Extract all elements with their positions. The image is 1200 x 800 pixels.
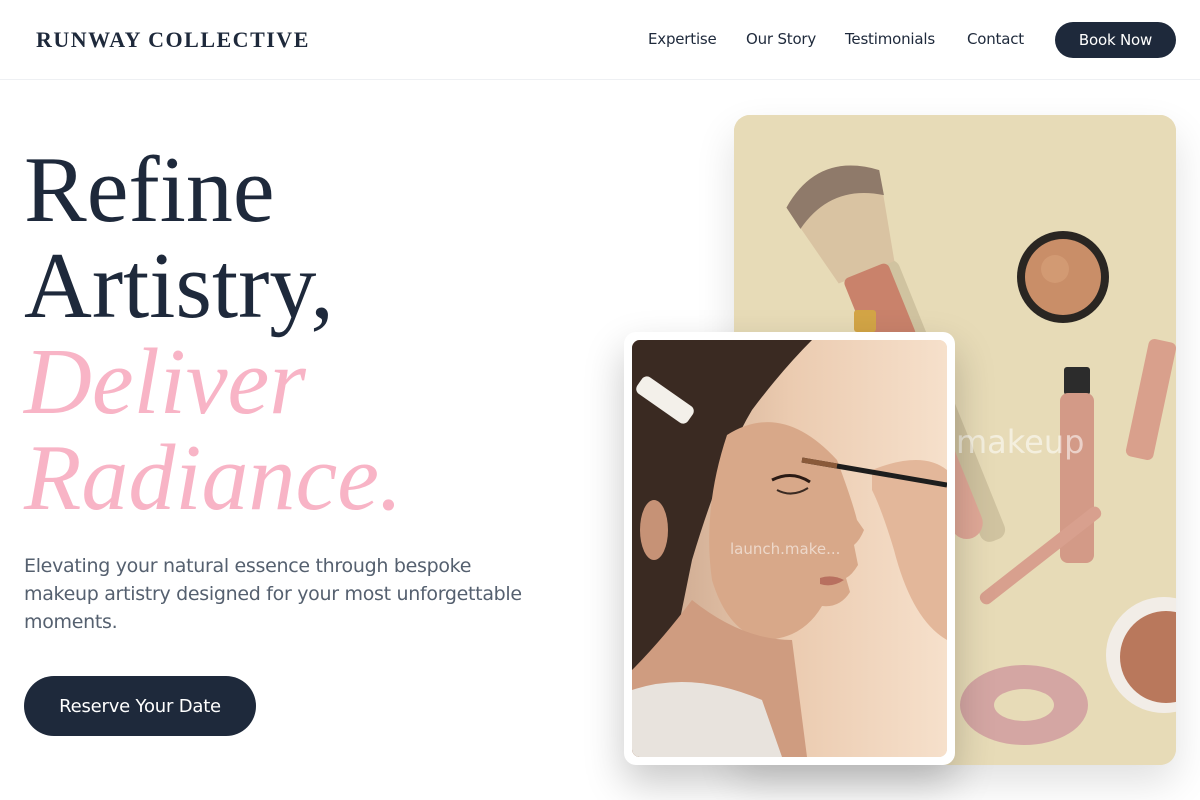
hero-subtitle: Elevating your natural essence through b…: [24, 555, 522, 633]
nav-contact[interactable]: Contact: [967, 30, 1024, 48]
nav-testimonials[interactable]: Testimonials: [845, 30, 935, 48]
artist-photo: launch.make...: [632, 340, 947, 757]
reserve-date-button[interactable]: Reserve Your Date: [24, 676, 256, 736]
headline-line-refine: Refine: [24, 138, 275, 242]
headline-line-deliver: Deliver: [24, 330, 306, 434]
artist-photo-card: launch.make...: [624, 332, 955, 765]
photo-watermark-text: launch.make...: [730, 540, 841, 558]
headline-line-radiance: Radiance.: [24, 426, 403, 530]
headline-line-artistry: Artistry,: [24, 234, 334, 338]
hero-headline: Refine Artistry, Deliver Radiance.: [24, 142, 402, 526]
nav-expertise[interactable]: Expertise: [648, 30, 717, 48]
main-nav: Expertise Our Story Testimonials Contact: [0, 30, 1200, 50]
site-header: RUNWAY COLLECTIVE Expertise Our Story Te…: [0, 0, 1200, 80]
watermark-text: makeup: [956, 423, 1085, 461]
nav-our-story[interactable]: Our Story: [746, 30, 816, 48]
book-now-button[interactable]: Book Now: [1055, 22, 1176, 58]
